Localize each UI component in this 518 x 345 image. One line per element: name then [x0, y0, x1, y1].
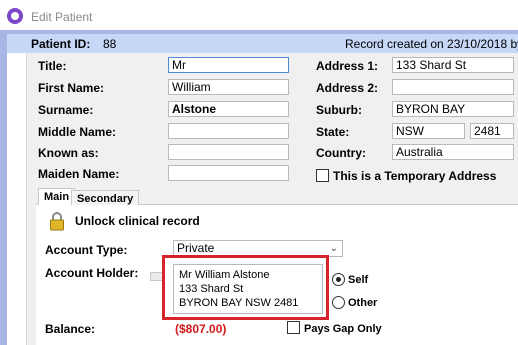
suburb-label: Suburb:: [316, 103, 362, 117]
middle-name-input[interactable]: [168, 123, 289, 139]
patient-id-label: Patient ID:: [31, 37, 91, 51]
frame-left: [0, 30, 7, 345]
address2-label: Address 2:: [316, 81, 379, 95]
other-radio[interactable]: [332, 296, 345, 309]
temporary-address-checkbox[interactable]: [316, 169, 329, 182]
suburb-input[interactable]: BYRON BAY: [392, 101, 514, 117]
self-radio-label: Self: [348, 274, 369, 286]
record-created-text: Record created on 23/10/2018 by D: [345, 37, 518, 51]
window-title: Edit Patient: [31, 10, 93, 24]
address1-input[interactable]: 133 Shard St: [392, 57, 514, 73]
account-type-label: Account Type:: [45, 243, 128, 257]
middle-name-label: Middle Name:: [38, 125, 117, 139]
other-radio-label: Other: [348, 297, 378, 309]
postcode-input[interactable]: 2481: [470, 123, 514, 139]
known-as-label: Known as:: [38, 146, 99, 160]
unlock-clinical-record-label[interactable]: Unlock clinical record: [75, 214, 200, 228]
lock-icon[interactable]: [50, 211, 64, 231]
patient-id-value: 88: [103, 37, 117, 51]
account-holder-label: Account Holder:: [45, 266, 139, 280]
country-label: Country:: [316, 146, 366, 160]
account-type-value: Private: [177, 241, 215, 255]
chevron-down-icon: ⌄: [329, 243, 338, 254]
address2-input[interactable]: [392, 79, 514, 95]
state-label: State:: [316, 125, 350, 139]
surname-input[interactable]: Alstone: [168, 101, 289, 117]
maiden-name-label: Maiden Name:: [38, 167, 120, 181]
first-name-input[interactable]: William: [168, 79, 289, 95]
tab-secondary[interactable]: Secondary: [71, 190, 140, 205]
window-titlebar: Edit Patient: [0, 0, 518, 30]
title-input[interactable]: Mr: [168, 57, 289, 73]
state-input[interactable]: NSW: [392, 123, 465, 139]
balance-label: Balance:: [45, 322, 96, 336]
country-input[interactable]: Australia: [392, 144, 514, 160]
maiden-name-input[interactable]: [168, 165, 289, 181]
temporary-address-label: This is a Temporary Address: [333, 169, 497, 183]
known-as-input[interactable]: [168, 144, 289, 160]
first-name-label: First Name:: [38, 81, 105, 95]
account-holder-address: Mr William Alstone 133 Shard St BYRON BA…: [173, 264, 323, 314]
balance-value: ($807.00): [175, 322, 227, 336]
self-radio[interactable]: [332, 273, 345, 286]
surname-label: Surname:: [38, 103, 94, 117]
app-icon: [7, 8, 23, 24]
address1-label: Address 1:: [316, 59, 379, 73]
address-line: BYRON BAY NSW 2481: [179, 297, 299, 309]
tab-main[interactable]: Main: [38, 188, 76, 205]
address-line: 133 Shard St: [179, 283, 244, 295]
address-line: Mr William Alstone: [179, 269, 270, 281]
pays-gap-only-checkbox[interactable]: [287, 321, 300, 334]
pays-gap-only-label: Pays Gap Only: [304, 323, 382, 335]
title-label: Title:: [38, 59, 67, 73]
